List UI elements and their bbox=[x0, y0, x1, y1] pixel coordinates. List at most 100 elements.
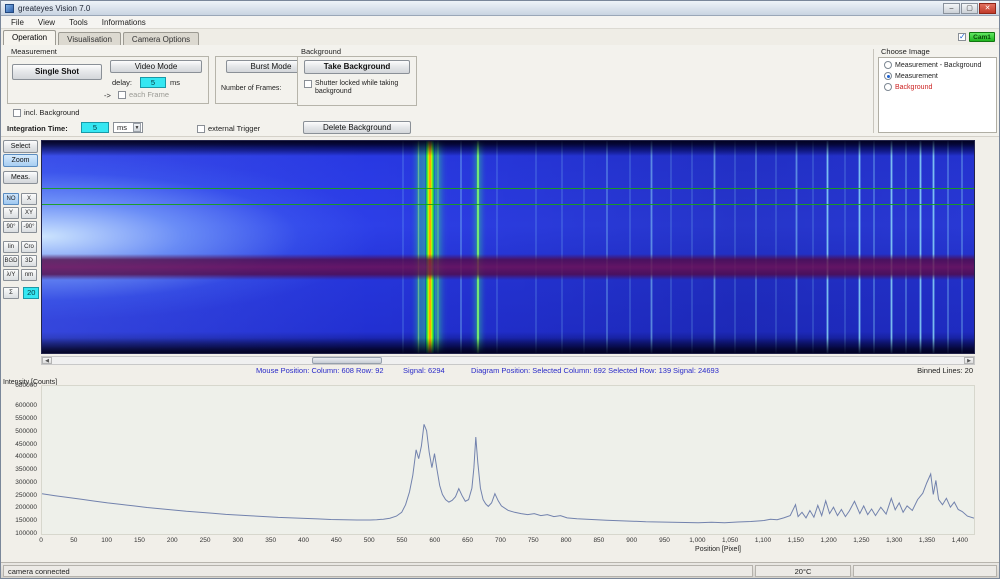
integration-time-input[interactable]: 5 bbox=[81, 122, 109, 133]
incl-background-checkbox[interactable] bbox=[13, 109, 21, 117]
spectral-line bbox=[755, 141, 757, 353]
title-bar[interactable]: greateyes Vision 7.0 – ▢ ✕ bbox=[1, 1, 999, 16]
status-bar: camera connected 20°C bbox=[1, 562, 999, 579]
shutter-locked-checkbox[interactable] bbox=[304, 80, 312, 88]
y-tick-label: 100000 bbox=[3, 530, 37, 537]
spectral-line bbox=[713, 141, 716, 353]
y-tick-label: 400000 bbox=[3, 453, 37, 460]
side-toolbar: Select Zoom Meas. NOXYXY90°-90°linCroBGD… bbox=[1, 137, 41, 357]
measurement-groupbox: Single Shot Video Mode delay: 5 ms -> ea… bbox=[7, 56, 209, 104]
x-tick-label: 800 bbox=[554, 537, 578, 544]
binning-row: Σ 20 bbox=[1, 287, 39, 299]
side-tool-0-1-x[interactable]: X bbox=[21, 193, 37, 205]
select-tool-button[interactable]: Select bbox=[3, 140, 38, 153]
background-groupbox: Take Background Shutter locked while tak… bbox=[297, 56, 417, 106]
x-tick-label: 300 bbox=[226, 537, 250, 544]
close-button[interactable]: ✕ bbox=[979, 3, 996, 14]
side-tool-3-0-lin[interactable]: lin bbox=[3, 241, 19, 253]
statusbar-empty-cell bbox=[853, 565, 997, 577]
y-tick-label: 350000 bbox=[3, 466, 37, 473]
integration-unit-combobox[interactable]: ms ▼ bbox=[113, 122, 143, 133]
spectral-line bbox=[919, 141, 922, 353]
side-tool-1-1-xy[interactable]: XY bbox=[21, 207, 37, 219]
side-tool-3-1-cro[interactable]: Cro bbox=[21, 241, 37, 253]
radio-option-measurement-background[interactable]: Measurement - Background bbox=[884, 61, 996, 69]
external-trigger-checkbox[interactable] bbox=[197, 125, 205, 133]
y-tick-label: 680000 bbox=[3, 382, 37, 389]
x-tick-label: 950 bbox=[653, 537, 677, 544]
spectral-line bbox=[873, 141, 875, 353]
each-frame-checkbox-row[interactable]: each Frame bbox=[118, 90, 169, 99]
window-controls: – ▢ ✕ bbox=[943, 3, 996, 14]
spectral-line bbox=[535, 141, 537, 353]
maximize-button[interactable]: ▢ bbox=[961, 3, 978, 14]
image-top-edge bbox=[42, 141, 974, 156]
radio-option-background[interactable]: Background bbox=[884, 83, 996, 91]
delete-background-button[interactable]: Delete Background bbox=[303, 121, 411, 134]
side-tool-2-1-90[interactable]: -90° bbox=[21, 221, 37, 233]
side-tool-pair-row: BGD3D bbox=[1, 255, 41, 268]
row-selection-line-upper[interactable] bbox=[42, 188, 974, 189]
side-tool-4-0-bgd[interactable]: BGD bbox=[3, 255, 19, 267]
external-trigger-checkbox-row[interactable]: external Trigger bbox=[197, 124, 260, 133]
take-background-button[interactable]: Take Background bbox=[304, 60, 410, 74]
spectral-line bbox=[476, 141, 480, 353]
single-shot-button[interactable]: Single Shot bbox=[12, 64, 102, 80]
mouse-signal-readout: Signal: 6294 bbox=[403, 366, 445, 375]
x-tick-label: 1,050 bbox=[718, 537, 742, 544]
scroll-right-arrow-icon[interactable]: ▶ bbox=[964, 357, 974, 364]
radio-option-measurement[interactable]: Measurement bbox=[884, 72, 996, 80]
spectrum-chart: Intensity [Counts] 100000150000200000250… bbox=[1, 378, 999, 557]
spectral-line bbox=[812, 141, 814, 353]
image-horizontal-scrollbar[interactable]: ◀ ▶ bbox=[41, 356, 975, 365]
side-tool-1-0-y[interactable]: Y bbox=[3, 207, 19, 219]
sum-rows-button[interactable]: Σ bbox=[3, 287, 19, 299]
x-tick-label: 1,400 bbox=[948, 537, 972, 544]
tab-operation[interactable]: Operation bbox=[3, 30, 56, 45]
mouse-position-readout: Mouse Position: Column: 608 Row: 92 bbox=[256, 366, 384, 375]
x-tick-label: 50 bbox=[62, 537, 86, 544]
side-tool-5-0-y[interactable]: λ/Y bbox=[3, 269, 19, 281]
menu-item-file[interactable]: File bbox=[4, 17, 31, 28]
delay-input[interactable]: 5 bbox=[140, 77, 166, 88]
radio-option-label: Background bbox=[895, 84, 932, 91]
scroll-left-arrow-icon[interactable]: ◀ bbox=[42, 357, 52, 364]
scrollbar-thumb[interactable] bbox=[312, 357, 382, 364]
measure-tool-button[interactable]: Meas. bbox=[3, 171, 38, 184]
application-window: greateyes Vision 7.0 – ▢ ✕ FileViewTools… bbox=[0, 0, 1000, 579]
menu-item-tools[interactable]: Tools bbox=[62, 17, 95, 28]
row-selection-line-lower[interactable] bbox=[42, 204, 974, 205]
each-frame-checkbox[interactable] bbox=[118, 91, 126, 99]
radio-button-icon bbox=[884, 72, 892, 80]
camera-enabled-checkbox[interactable] bbox=[958, 33, 966, 41]
x-tick-label: 1,200 bbox=[817, 537, 841, 544]
menu-item-informations[interactable]: Informations bbox=[95, 17, 153, 28]
minimize-button[interactable]: – bbox=[943, 3, 960, 14]
tab-camera-options[interactable]: Camera Options bbox=[123, 32, 199, 45]
binned-lines-input[interactable]: 20 bbox=[23, 287, 39, 299]
video-mode-button[interactable]: Video Mode bbox=[110, 60, 202, 73]
side-tool-5-1-nm[interactable]: nm bbox=[21, 269, 37, 281]
ccd-image-view[interactable] bbox=[41, 140, 975, 354]
y-tick-label: 300000 bbox=[3, 479, 37, 486]
zoom-tool-button[interactable]: Zoom bbox=[3, 154, 38, 167]
side-tool-0-0-no[interactable]: NO bbox=[3, 193, 19, 205]
side-tool-4-1-3d[interactable]: 3D bbox=[21, 255, 37, 267]
tab-strip: OperationVisualisationCamera Options bbox=[3, 30, 201, 45]
chart-plot-area[interactable] bbox=[41, 385, 975, 535]
side-tool-2-0-90[interactable]: 90° bbox=[3, 221, 19, 233]
shutter-locked-checkbox-row[interactable]: Shutter locked while taking background bbox=[304, 80, 412, 96]
spectral-line bbox=[890, 141, 893, 353]
menu-item-view[interactable]: View bbox=[31, 17, 62, 28]
tab-visualisation[interactable]: Visualisation bbox=[58, 32, 121, 45]
x-tick-label: 550 bbox=[390, 537, 414, 544]
diagram-position-readout: Diagram Position: Selected Column: 692 S… bbox=[471, 366, 671, 375]
spectral-line bbox=[496, 141, 498, 353]
spectral-line bbox=[932, 141, 935, 353]
side-tool-pair-row: linCro bbox=[1, 241, 41, 254]
temperature-cell: 20°C bbox=[755, 565, 851, 577]
incl-background-checkbox-row[interactable]: incl. Background bbox=[13, 108, 79, 117]
toolbar-separator bbox=[873, 49, 874, 133]
chevron-down-icon[interactable]: ▼ bbox=[133, 123, 141, 132]
x-tick-label: 250 bbox=[193, 537, 217, 544]
